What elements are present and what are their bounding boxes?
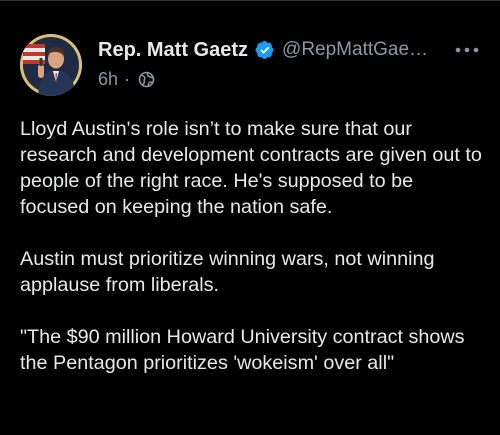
author-display-name[interactable]: Rep. Matt Gaetz (98, 39, 248, 62)
meta-separator: · (124, 68, 131, 89)
verified-badge-icon (255, 40, 275, 60)
tweet-text: Lloyd Austin's role isn’t to make sure t… (20, 116, 482, 402)
avatar[interactable] (20, 34, 82, 96)
tweet-paragraph: "The $90 million Howard University contr… (20, 326, 465, 374)
globe-icon (138, 71, 155, 88)
timestamp[interactable]: 6h (98, 69, 118, 90)
tweet-meta: 6h · (98, 68, 155, 90)
profile-photo (20, 34, 82, 96)
author-row: Rep. Matt Gaetz @RepMattGae… (98, 37, 428, 63)
tweet-paragraph: Lloyd Austin's role isn’t to make sure t… (20, 118, 482, 218)
more-options-icon[interactable] (454, 41, 480, 59)
divider (0, 0, 500, 1)
author-handle[interactable]: @RepMattGae… (282, 39, 428, 61)
tweet-paragraph: Austin must prioritize winning wars, not… (20, 248, 435, 296)
